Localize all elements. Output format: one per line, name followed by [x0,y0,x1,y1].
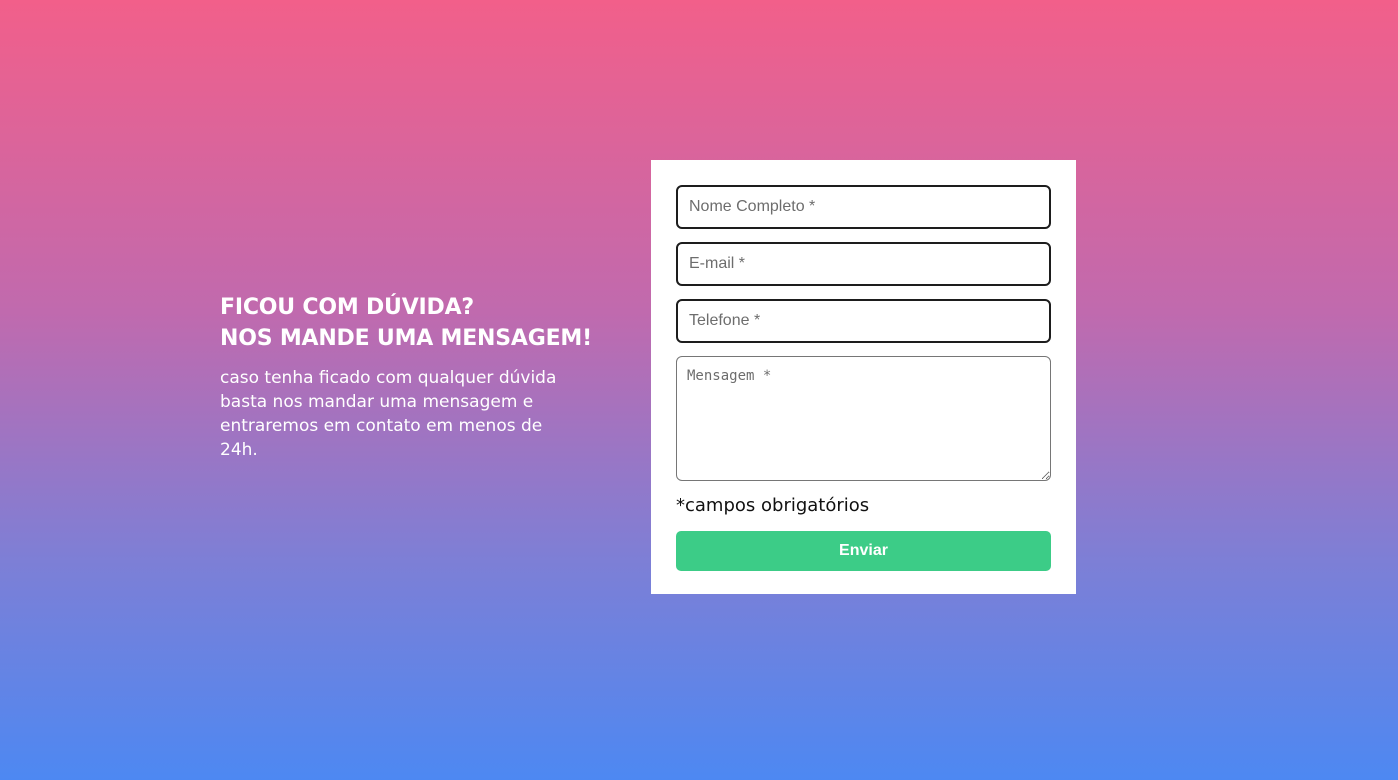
contact-intro: FICOU COM DÚVIDA? NOS MANDE UMA MENSAGEM… [220,292,600,462]
contact-form: *campos obrigatórios Enviar [651,160,1076,594]
phone-input[interactable] [676,299,1051,343]
email-input[interactable] [676,242,1051,286]
required-fields-note: *campos obrigatórios [676,495,870,516]
contact-heading: FICOU COM DÚVIDA? NOS MANDE UMA MENSAGEM… [220,292,600,354]
submit-button[interactable]: Enviar [676,531,1051,571]
message-textarea[interactable] [676,356,1051,481]
heading-line-1: FICOU COM DÚVIDA? [220,295,474,320]
name-input[interactable] [676,185,1051,229]
heading-line-2: NOS MANDE UMA MENSAGEM! [220,326,592,351]
contact-description: caso tenha ficado com qualquer dúvida ba… [220,368,557,460]
